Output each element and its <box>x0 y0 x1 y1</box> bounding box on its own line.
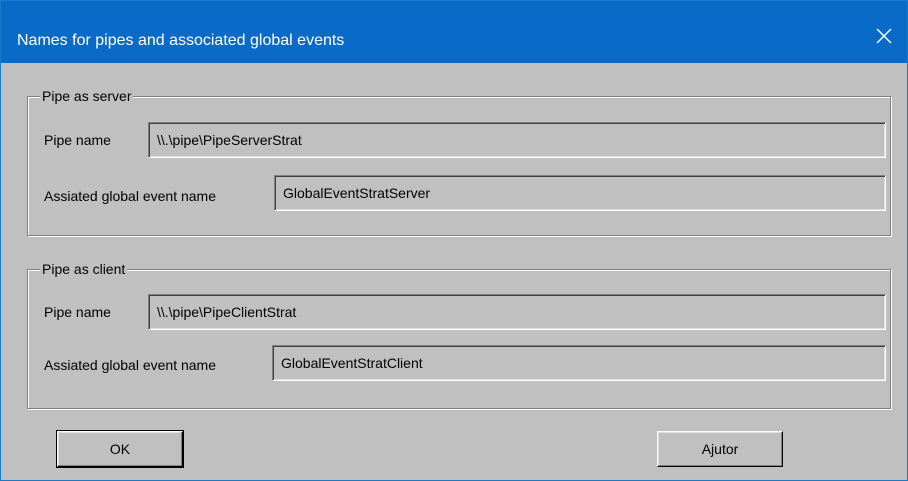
server-event-name-field[interactable]: GlobalEventStratServer <box>274 175 886 211</box>
help-button[interactable]: Ajutor <box>657 431 783 467</box>
dialog-window: Names for pipes and associated global ev… <box>0 0 908 481</box>
server-groupbox: Pipe as server Pipe name \\.\pipe\PipeSe… <box>27 87 891 236</box>
server-pipe-name-label: Pipe name <box>44 132 111 148</box>
close-button[interactable] <box>861 17 907 55</box>
client-groupbox: Pipe as client Pipe name \\.\pipe\PipeCl… <box>27 260 891 409</box>
dialog-title: Names for pipes and associated global ev… <box>17 32 345 49</box>
client-pipe-name-label: Pipe name <box>44 304 111 320</box>
ok-button[interactable]: OK <box>56 430 184 468</box>
client-pipe-name-field[interactable]: \\.\pipe\PipeClientStrat <box>148 294 886 330</box>
server-pipe-name-field[interactable]: \\.\pipe\PipeServerStrat <box>148 122 886 158</box>
server-event-name-label: Assiated global event name <box>44 188 216 204</box>
client-event-name-field[interactable]: GlobalEventStratClient <box>272 345 886 381</box>
client-group-legend: Pipe as client <box>40 260 128 278</box>
close-icon <box>876 28 892 44</box>
title-bar[interactable]: Names for pipes and associated global ev… <box>1 1 907 63</box>
server-group-legend: Pipe as server <box>40 87 134 105</box>
client-event-name-label: Assiated global event name <box>44 357 216 373</box>
